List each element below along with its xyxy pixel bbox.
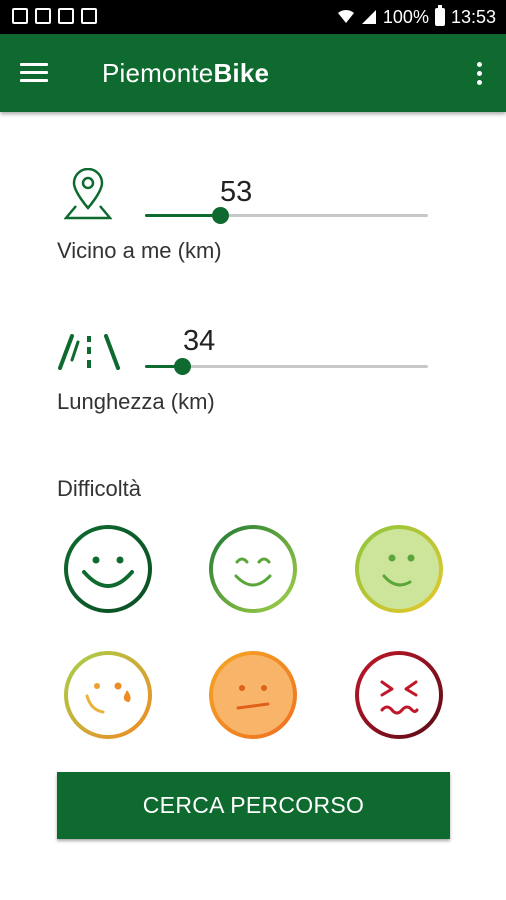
difficulty-hard-button[interactable] (208, 650, 298, 740)
outlook-notification-icon (35, 8, 51, 24)
app-title: PiemonteBike (102, 58, 269, 89)
medium-face-icon (64, 651, 152, 739)
hard-face-icon (209, 651, 297, 739)
location-pin-icon (64, 168, 112, 220)
difficulty-moderate-button[interactable] (354, 524, 444, 614)
battery-percent: 100% (382, 6, 429, 27)
length-label: Lunghezza (km) (57, 389, 215, 414)
near-me-label: Vicino a me (km) (57, 238, 222, 263)
app-title-part2: Bike (213, 58, 270, 88)
difficulty-very-hard-button[interactable] (354, 650, 444, 740)
moderate-face-icon (355, 525, 443, 613)
difficulty-very-easy-button[interactable] (63, 524, 153, 614)
near-me-value: 53 (220, 176, 253, 208)
app-title-part1: Piemonte (102, 58, 214, 88)
photo-notification-icon (81, 8, 97, 24)
wifi-icon (337, 9, 354, 23)
very-hard-face-icon (355, 651, 443, 739)
overflow-menu-icon[interactable] (474, 60, 484, 86)
near-me-slider[interactable] (145, 207, 428, 224)
notification-icons (12, 8, 97, 24)
clock: 13:53 (450, 6, 496, 27)
length-value: 34 (183, 325, 216, 357)
status-bar: 100% 13:53 (0, 0, 506, 34)
difficulty-title: Difficoltà (57, 476, 141, 501)
near-me-slider-fill (145, 214, 220, 217)
very-easy-face-icon (64, 525, 152, 613)
length-slider-thumb[interactable] (173, 358, 191, 375)
signal-icon (361, 10, 376, 24)
menu-icon[interactable] (20, 63, 48, 83)
difficulty-easy-button[interactable] (208, 524, 298, 614)
system-icons: 100% 13:53 (337, 0, 496, 34)
road-icon (58, 334, 120, 370)
battery-icon (434, 5, 445, 26)
easy-face-icon (209, 525, 297, 613)
difficulty-medium-button[interactable] (63, 650, 153, 740)
gallery-notification-icon (12, 8, 28, 24)
length-slider[interactable] (145, 358, 428, 375)
near-me-slider-thumb[interactable] (211, 207, 229, 224)
search-route-button[interactable]: CERCA PERCORSO (57, 772, 450, 839)
mail-notification-icon (58, 8, 74, 24)
app-bar: PiemonteBike (0, 34, 506, 112)
